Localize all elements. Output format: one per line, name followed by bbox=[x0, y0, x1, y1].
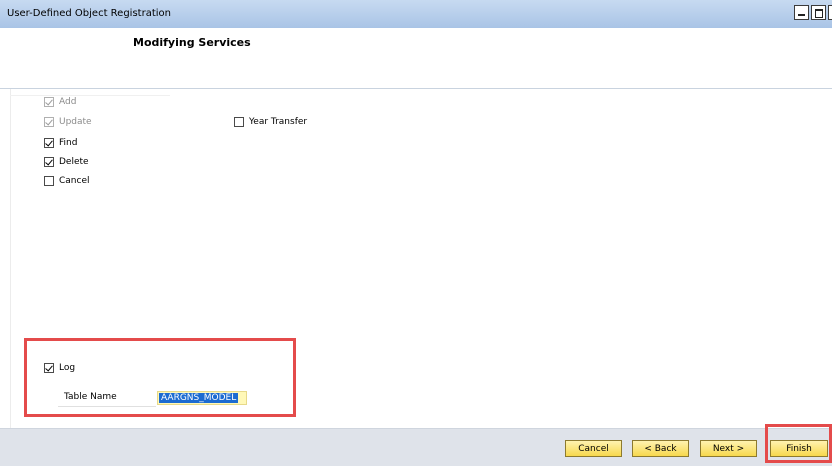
checkbox-year-transfer-label: Year Transfer bbox=[249, 117, 308, 127]
divider bbox=[58, 406, 156, 407]
table-name-input[interactable]: AARGNS_MODEL bbox=[157, 391, 247, 405]
header-panel: Modifying Services bbox=[0, 28, 832, 89]
page-heading: Modifying Services bbox=[133, 36, 251, 49]
window-title: User-Defined Object Registration bbox=[7, 8, 171, 19]
checkbox-year-transfer[interactable]: Year Transfer bbox=[234, 117, 307, 127]
close-icon[interactable] bbox=[828, 5, 832, 20]
table-name-label: Table Name bbox=[64, 392, 117, 402]
checkbox-log-label: Log bbox=[59, 363, 76, 373]
checkbox-find-label: Find bbox=[59, 138, 78, 148]
checkbox-icon[interactable] bbox=[44, 157, 54, 167]
checkbox-delete[interactable]: Delete bbox=[44, 157, 89, 167]
checkbox-delete-label: Delete bbox=[59, 157, 89, 167]
maximize-icon[interactable] bbox=[811, 5, 826, 20]
divider bbox=[10, 95, 170, 96]
back-button[interactable]: < Back bbox=[632, 440, 689, 457]
checkbox-icon[interactable] bbox=[44, 138, 54, 148]
title-bar: User-Defined Object Registration bbox=[0, 0, 832, 29]
checkbox-update-label: Update bbox=[59, 117, 92, 127]
minimize-icon[interactable] bbox=[794, 5, 809, 20]
checkbox-icon[interactable] bbox=[44, 97, 54, 107]
checkbox-icon[interactable] bbox=[234, 117, 244, 127]
checkbox-cancel-label: Cancel bbox=[59, 176, 90, 186]
divider bbox=[10, 89, 11, 428]
next-button[interactable]: Next > bbox=[700, 440, 757, 457]
checkbox-add-label: Add bbox=[59, 97, 77, 107]
table-name-value: AARGNS_MODEL bbox=[159, 393, 239, 403]
checkbox-icon[interactable] bbox=[44, 363, 54, 373]
cancel-button[interactable]: Cancel bbox=[565, 440, 622, 457]
checkbox-update[interactable]: Update bbox=[44, 117, 92, 127]
checkbox-icon[interactable] bbox=[44, 117, 54, 127]
checkbox-add[interactable]: Add bbox=[44, 97, 76, 107]
checkbox-icon[interactable] bbox=[44, 176, 54, 186]
checkbox-find[interactable]: Find bbox=[44, 138, 77, 148]
checkbox-log[interactable]: Log bbox=[44, 363, 75, 373]
checkbox-cancel[interactable]: Cancel bbox=[44, 176, 90, 186]
highlight-box-finish bbox=[765, 424, 832, 463]
